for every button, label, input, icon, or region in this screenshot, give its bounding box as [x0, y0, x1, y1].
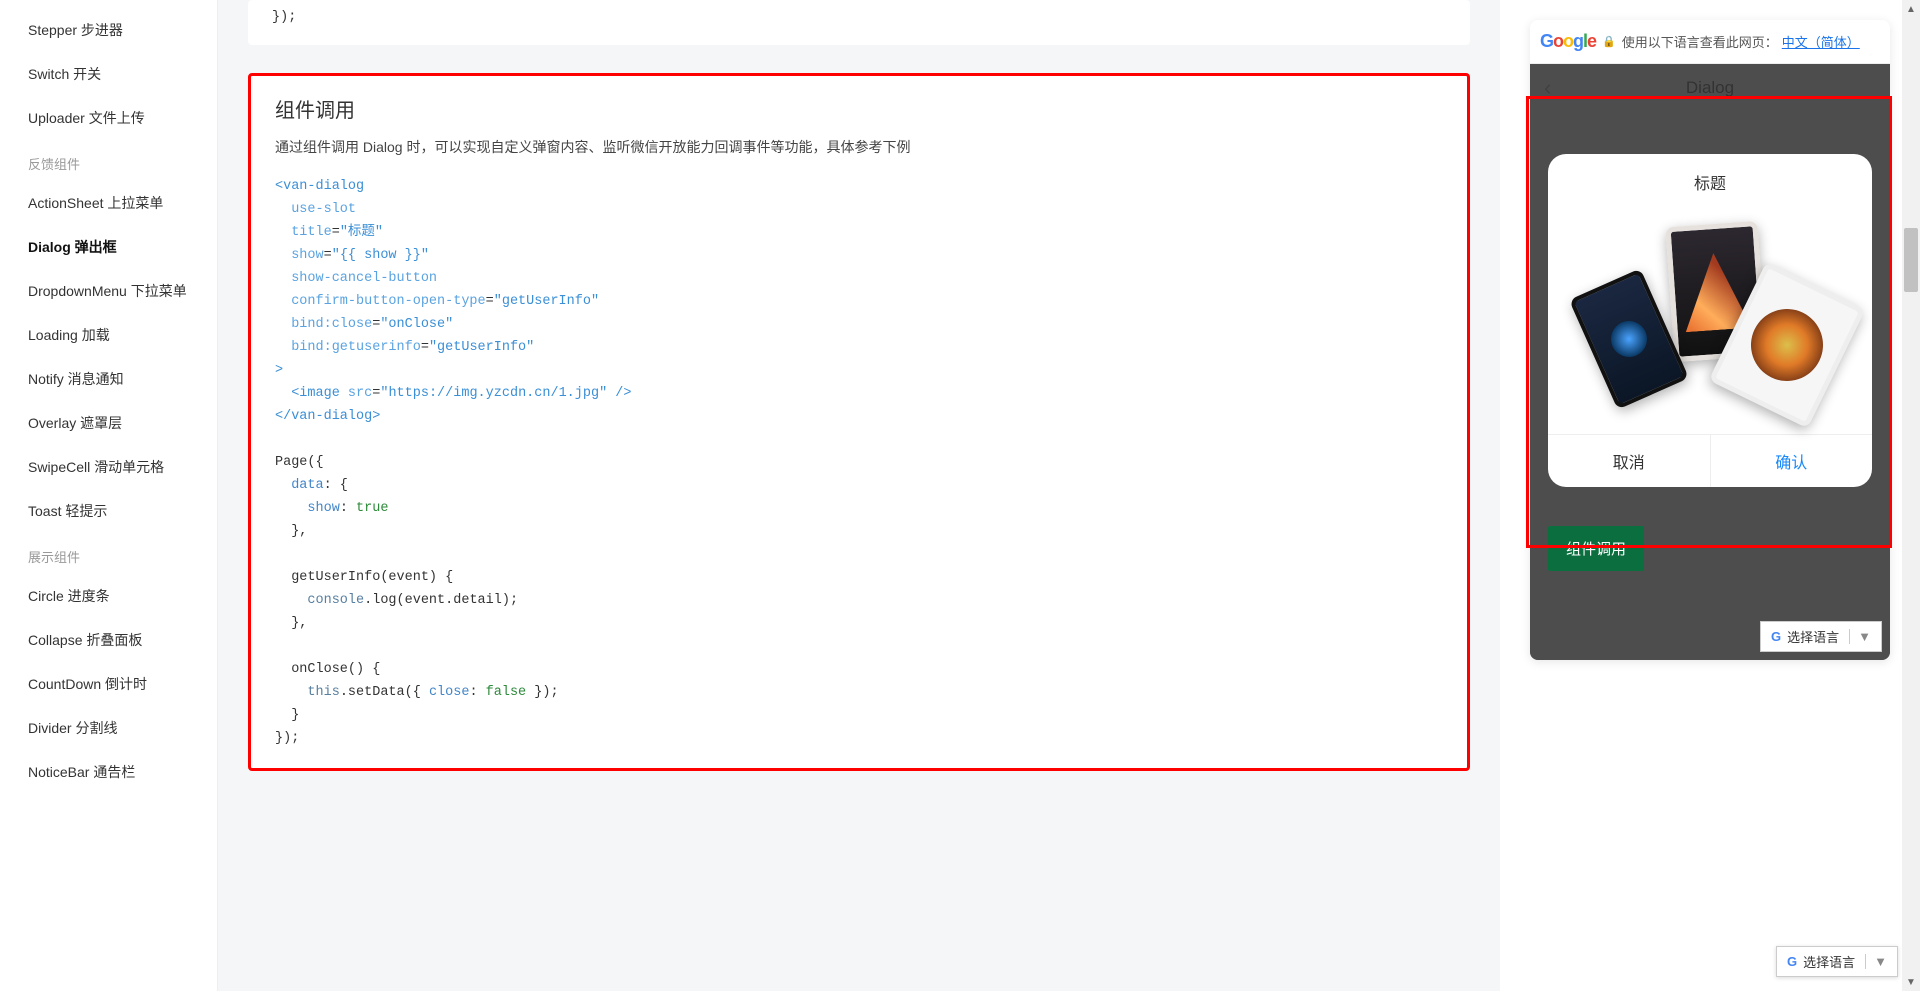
google-g-icon: G: [1787, 954, 1797, 969]
language-select-floating[interactable]: G 选择语言 ▼: [1776, 946, 1898, 977]
cancel-button[interactable]: 取消: [1548, 435, 1711, 487]
chevron-down-icon: ▼: [1865, 954, 1887, 969]
translate-bar: Google 🔒 使用以下语言查看此网页： 中文（简体）: [1530, 20, 1890, 64]
demo-preview: Google 🔒 使用以下语言查看此网页： 中文（简体） ‹ Dialog 组件…: [1530, 20, 1890, 660]
lock-icon: 🔒: [1602, 35, 1616, 48]
nav-countdown[interactable]: CountDown 倒计时: [0, 662, 217, 706]
nav-notify[interactable]: Notify 消息通知: [0, 357, 217, 401]
nav-swipecell[interactable]: SwipeCell 滑动单元格: [0, 445, 217, 489]
nav-circle[interactable]: Circle 进度条: [0, 574, 217, 618]
main-content: }); 组件调用 通过组件调用 Dialog 时，可以实现自定义弹窗内容、监听微…: [218, 0, 1500, 991]
google-g-icon: G: [1771, 629, 1781, 644]
nav-section-feedback: 反馈组件: [0, 140, 217, 181]
device-body: ‹ Dialog 组件调用 标题 取消 确认 G 选择语言 ▼: [1530, 64, 1890, 660]
nav-actionsheet[interactable]: ActionSheet 上拉菜单: [0, 181, 217, 225]
nav-overlay[interactable]: Overlay 遮罩层: [0, 401, 217, 445]
prev-code-tail: });: [272, 6, 1446, 29]
scroll-thumb[interactable]: [1904, 228, 1918, 292]
nav-toast[interactable]: Toast 轻提示: [0, 489, 217, 533]
tablet-illustration: [1580, 224, 1840, 414]
nav-dialog[interactable]: Dialog 弹出框: [0, 225, 217, 269]
prev-code-card: });: [248, 0, 1470, 45]
google-logo: Google: [1540, 31, 1596, 52]
dialog-popup: 标题 取消 确认: [1548, 154, 1872, 487]
nav-collapse[interactable]: Collapse 折叠面板: [0, 618, 217, 662]
dialog-buttons: 取消 确认: [1548, 434, 1872, 487]
behind-component-button[interactable]: 组件调用: [1548, 526, 1644, 571]
nav-stepper[interactable]: Stepper 步进器: [0, 8, 217, 52]
code-template: <van-dialog use-slot title="标题" show="{{…: [275, 175, 1443, 750]
scroll-down-icon[interactable]: ▼: [1902, 973, 1920, 991]
scroll-up-icon[interactable]: ▲: [1902, 0, 1920, 18]
section-desc: 通过组件调用 Dialog 时，可以实现自定义弹窗内容、监听微信开放能力回调事件…: [275, 137, 1443, 157]
nav-dropdownmenu[interactable]: DropdownMenu 下拉菜单: [0, 269, 217, 313]
chevron-down-icon: ▼: [1849, 629, 1871, 644]
language-select-inline[interactable]: G 选择语言 ▼: [1760, 621, 1882, 652]
language-select-label: 选择语言: [1787, 627, 1839, 646]
dialog-title: 标题: [1548, 154, 1872, 204]
section-component-usage: 组件调用 通过组件调用 Dialog 时，可以实现自定义弹窗内容、监听微信开放能…: [248, 73, 1470, 771]
language-select-floating-label: 选择语言: [1803, 952, 1855, 971]
nav-section-display: 展示组件: [0, 533, 217, 574]
nav-noticebar[interactable]: NoticeBar 通告栏: [0, 750, 217, 794]
confirm-button[interactable]: 确认: [1711, 435, 1873, 487]
section-title: 组件调用: [275, 94, 1443, 123]
nav-switch[interactable]: Switch 开关: [0, 52, 217, 96]
dialog-image: [1548, 204, 1872, 434]
translate-link[interactable]: 中文（简体）: [1782, 32, 1860, 51]
sidebar: Stepper 步进器 Switch 开关 Uploader 文件上传 反馈组件…: [0, 0, 218, 991]
nav-loading[interactable]: Loading 加载: [0, 313, 217, 357]
nav-divider[interactable]: Divider 分割线: [0, 706, 217, 750]
translate-text: 使用以下语言查看此网页：: [1622, 32, 1778, 51]
scrollbar[interactable]: ▲ ▼: [1902, 0, 1920, 991]
nav-uploader[interactable]: Uploader 文件上传: [0, 96, 217, 140]
